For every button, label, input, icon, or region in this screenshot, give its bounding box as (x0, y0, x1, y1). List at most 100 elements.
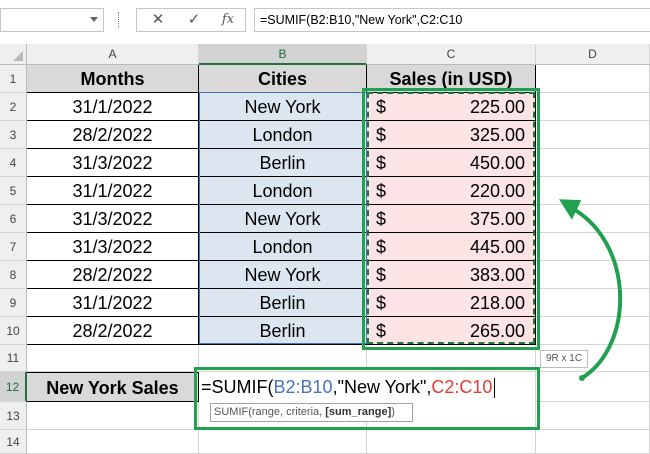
tooltip-suffix: ) (391, 406, 395, 418)
month-cell[interactable]: 31/1/2022 (27, 177, 199, 205)
insert-function-icon[interactable]: fx (213, 10, 243, 30)
currency-symbol: $ (376, 321, 387, 341)
empty-cell[interactable] (536, 65, 650, 93)
sales-cell[interactable]: $450.00 (367, 149, 536, 177)
sales-amount: 265.00 (469, 321, 525, 341)
currency-symbol: $ (376, 265, 387, 285)
header-sales[interactable]: Sales (in USD) (367, 65, 536, 93)
city-cell[interactable]: Berlin (199, 149, 367, 177)
tooltip-function[interactable]: SUMIF(range, criteria, (214, 406, 325, 418)
sales-amount: 375.00 (469, 209, 525, 229)
month-cell[interactable]: 31/1/2022 (27, 289, 199, 317)
row-header-8[interactable]: 8 (0, 261, 27, 289)
formula-criteria: ,"New York", (332, 377, 432, 397)
formula-bar-buttons: ✕ ✓ fx (136, 8, 246, 32)
empty-cell[interactable] (536, 121, 650, 149)
currency-symbol: $ (376, 97, 387, 117)
empty-cell[interactable] (367, 430, 536, 454)
column-header-a[interactable]: A (27, 44, 199, 65)
empty-cell[interactable] (536, 402, 650, 430)
row-header-13[interactable]: 13 (0, 402, 27, 430)
currency-symbol: $ (376, 209, 387, 229)
formula-input[interactable]: =SUMIF(B2:B10,"New York",C2:C10 (254, 8, 650, 32)
row-header-3[interactable]: 3 (0, 121, 27, 149)
sales-cell[interactable]: $325.00 (367, 121, 536, 149)
row-header-4[interactable]: 4 (0, 149, 27, 177)
row-header-12[interactable]: 12 (0, 372, 27, 402)
curved-arrow-icon (558, 199, 622, 381)
tooltip-current-arg: [sum_range] (325, 406, 392, 418)
sales-amount: 445.00 (469, 237, 525, 257)
sales-amount: 218.00 (469, 293, 525, 313)
month-cell[interactable]: 28/2/2022 (27, 261, 199, 289)
empty-cell[interactable] (27, 430, 199, 454)
header-cities[interactable]: Cities (199, 65, 367, 93)
formula-edit-cell[interactable]: =SUMIF(B2:B10,"New York",C2:C10 (199, 372, 535, 402)
empty-cell[interactable] (199, 430, 367, 454)
column-header-c[interactable]: C (367, 44, 536, 65)
row-header-2[interactable]: 2 (0, 93, 27, 121)
sales-cell[interactable]: $220.00 (367, 177, 536, 205)
sales-amount: 450.00 (469, 153, 525, 173)
formula-prefix: =SUMIF( (201, 377, 274, 397)
city-cell[interactable]: London (199, 233, 367, 261)
city-cell[interactable]: London (199, 121, 367, 149)
empty-cell[interactable] (536, 149, 650, 177)
name-box[interactable] (0, 8, 104, 32)
enter-icon[interactable]: ✓ (179, 10, 209, 30)
row-header-5[interactable]: 5 (0, 177, 27, 205)
sales-amount: 220.00 (469, 181, 525, 201)
sales-cell[interactable]: $265.00 (367, 317, 536, 345)
city-cell[interactable]: New York (199, 93, 367, 121)
summary-label[interactable]: New York Sales (27, 372, 199, 402)
formula-bar-divider[interactable] (118, 12, 121, 28)
column-header-d[interactable]: D (536, 44, 650, 65)
row-header-6[interactable]: 6 (0, 205, 27, 233)
formula-bar: ✕ ✓ fx =SUMIF(B2:B10,"New York",C2:C10 (0, 0, 650, 40)
currency-symbol: $ (376, 293, 387, 313)
sales-cell[interactable]: $225.00 (367, 93, 536, 121)
row-header-7[interactable]: 7 (0, 233, 27, 261)
city-cell[interactable]: New York (199, 261, 367, 289)
empty-cell[interactable] (536, 430, 650, 454)
row-header-11[interactable]: 11 (0, 345, 27, 372)
cancel-icon[interactable]: ✕ (143, 10, 173, 30)
currency-symbol: $ (376, 237, 387, 257)
function-tooltip: SUMIF(range, criteria, [sum_range]) (210, 403, 413, 422)
row-header-1[interactable]: 1 (0, 65, 27, 93)
month-cell[interactable]: 31/3/2022 (27, 205, 199, 233)
city-cell[interactable]: London (199, 177, 367, 205)
currency-symbol: $ (376, 181, 387, 201)
empty-cell[interactable] (536, 93, 650, 121)
currency-symbol: $ (376, 125, 387, 145)
select-all-corner[interactable] (0, 44, 27, 65)
formula-range-sales[interactable]: C2:C10 (431, 377, 492, 397)
formula-range-cities[interactable]: B2:B10 (274, 377, 333, 397)
column-header-b[interactable]: B (199, 44, 367, 65)
city-cell[interactable]: New York (199, 205, 367, 233)
month-cell[interactable]: 31/3/2022 (27, 149, 199, 177)
month-cell[interactable]: 28/2/2022 (27, 317, 199, 345)
month-cell[interactable]: 28/2/2022 (27, 121, 199, 149)
row-header-14[interactable]: 14 (0, 430, 27, 454)
sales-amount: 325.00 (469, 125, 525, 145)
sales-cell[interactable]: $375.00 (367, 205, 536, 233)
city-cell[interactable]: Berlin (199, 289, 367, 317)
city-cell[interactable]: Berlin (199, 317, 367, 345)
month-cell[interactable]: 31/1/2022 (27, 93, 199, 121)
empty-cell[interactable] (27, 345, 199, 372)
chevron-down-icon[interactable] (90, 17, 98, 22)
sales-cell[interactable]: $383.00 (367, 261, 536, 289)
sales-amount: 225.00 (469, 97, 525, 117)
text-caret (494, 378, 496, 399)
header-months[interactable]: Months (27, 65, 199, 93)
sales-cell[interactable]: $218.00 (367, 289, 536, 317)
row-header-10[interactable]: 10 (0, 317, 27, 345)
sales-amount: 383.00 (469, 265, 525, 285)
empty-cell[interactable] (367, 345, 536, 372)
sales-cell[interactable]: $445.00 (367, 233, 536, 261)
empty-cell[interactable] (27, 402, 199, 430)
month-cell[interactable]: 31/3/2022 (27, 233, 199, 261)
row-header-9[interactable]: 9 (0, 289, 27, 317)
empty-cell[interactable] (199, 345, 367, 372)
